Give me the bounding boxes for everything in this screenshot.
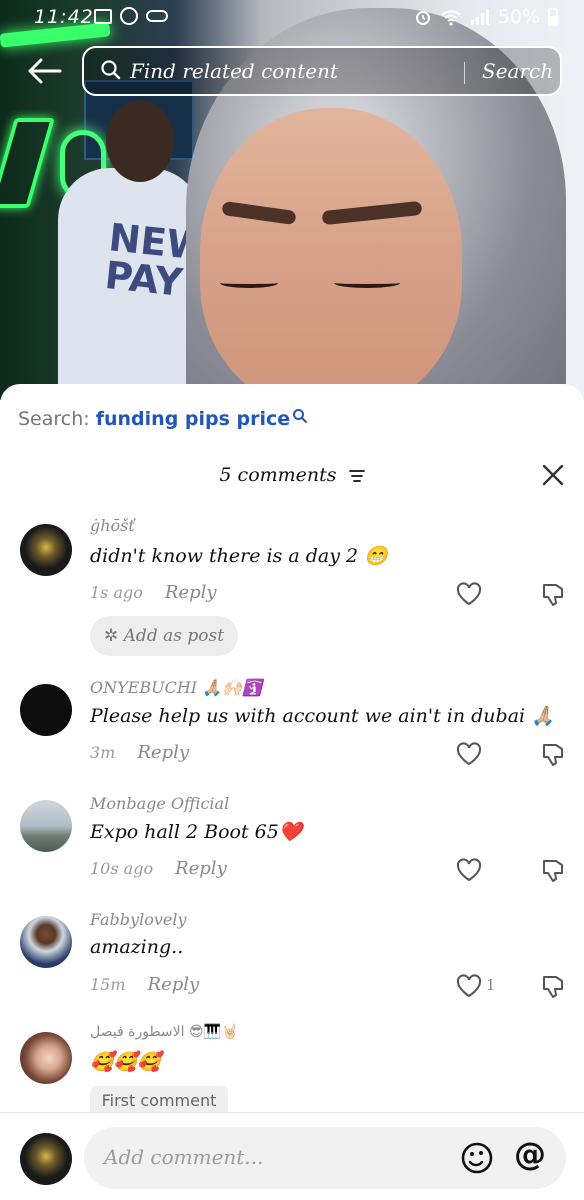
avatar[interactable] (20, 800, 72, 852)
background-neon-light (0, 118, 55, 208)
battery-icon (548, 8, 558, 26)
battery-percent: 50% (497, 6, 540, 28)
comment-meta: 3m Reply (90, 742, 189, 763)
emoji-icon[interactable] (460, 1141, 494, 1175)
game-icon (146, 10, 168, 22)
back-arrow-icon[interactable] (26, 56, 66, 84)
comment-username[interactable]: ġhōšť (90, 516, 135, 535)
comments-header: 5 comments (0, 464, 584, 486)
heart-icon[interactable] (456, 742, 482, 766)
search-icon (293, 409, 308, 423)
comment-meta: 15m Reply (90, 974, 199, 995)
heart-icon[interactable] (456, 582, 482, 606)
subject-face (200, 108, 462, 400)
reply-button[interactable]: Reply (137, 742, 189, 763)
related-search-link[interactable]: Search: funding pips price (18, 408, 308, 430)
comment-time: 3m (90, 743, 116, 762)
comment-username[interactable]: ONYEBUCHI 🙏🏼🙌🏻🛐 (90, 678, 262, 697)
heart-icon[interactable] (456, 974, 482, 998)
add-as-post-label: Add as post (123, 626, 225, 646)
comment-username[interactable]: Monbage Official (90, 794, 229, 813)
notification-icons (94, 7, 168, 25)
subject-eye (220, 278, 278, 288)
avatar[interactable] (20, 916, 72, 968)
screen: NEW PAY 11:42 50% Find related content S… (0, 0, 584, 1200)
status-time: 11:42 (34, 6, 94, 28)
top-search-bar: Find related content Search (0, 44, 584, 100)
comment-text: Expo hall 2 Boot 65❤️ (90, 821, 303, 843)
dislike-icon[interactable] (540, 974, 566, 1000)
close-icon[interactable] (540, 462, 566, 488)
mention-icon[interactable]: @ (514, 1135, 546, 1173)
comment-input[interactable]: Add comment... @ (84, 1127, 566, 1189)
search-box[interactable]: Find related content Search (82, 46, 562, 96)
search-button[interactable]: Search (482, 59, 553, 83)
search-input[interactable]: Find related content (130, 59, 338, 83)
comments-sheet: Search: funding pips price 5 comments ġh… (0, 384, 584, 1200)
related-search-prefix: Search: (18, 408, 90, 430)
search-icon (101, 60, 121, 80)
gallery-icon (94, 8, 112, 24)
comment-meta: 1s ago Reply (90, 582, 217, 603)
avatar[interactable] (20, 1133, 72, 1185)
signal-icon (470, 9, 489, 25)
comment-input-placeholder[interactable]: Add comment... (104, 1145, 263, 1169)
alarm-icon (415, 11, 430, 25)
reply-button[interactable]: Reply (165, 582, 217, 603)
dislike-icon[interactable] (540, 582, 566, 608)
comment-text: Please help us with account we ain't in … (90, 705, 555, 727)
like-count: 1 (486, 976, 496, 994)
dislike-icon[interactable] (540, 858, 566, 884)
dislike-icon[interactable] (540, 742, 566, 768)
system-icons: 50% (414, 6, 558, 28)
whatsapp-icon (120, 7, 138, 25)
background-person-head (106, 100, 174, 182)
add-as-post-button[interactable]: ✲ Add as post (90, 616, 238, 656)
comment-time: 10s ago (90, 859, 154, 878)
avatar[interactable] (20, 684, 72, 736)
wifi-icon (441, 10, 461, 26)
reply-button[interactable]: Reply (148, 974, 200, 995)
comment-time: 1s ago (90, 583, 143, 602)
related-search-query[interactable]: funding pips price (96, 408, 290, 430)
heart-icon[interactable] (456, 858, 482, 882)
sort-filter-icon[interactable] (348, 469, 365, 483)
avatar[interactable] (20, 524, 72, 576)
comment-text: 🥰🥰🥰 (90, 1051, 161, 1073)
avatar[interactable] (20, 1032, 72, 1084)
subject-eye (334, 278, 400, 288)
comment-username[interactable]: Fabbylovely (90, 910, 187, 929)
status-bar: 11:42 50% (0, 0, 584, 36)
search-divider (464, 62, 465, 84)
comment-text: didn't know there is a day 2 😁 (90, 545, 388, 567)
sparkle-icon: ✲ (104, 626, 124, 646)
comment-text: amazing.. (90, 936, 184, 958)
comment-username[interactable]: الاسطورة فيصل 😎🎹🤘🏻 (90, 1024, 238, 1040)
comments-count: 5 comments (219, 464, 337, 486)
comment-input-bar: Add comment... @ (0, 1112, 584, 1200)
shirt-print: NEW PAY (102, 215, 211, 305)
comment-meta: 10s ago Reply (90, 858, 227, 879)
reply-button[interactable]: Reply (175, 858, 227, 879)
comment-time: 15m (90, 975, 126, 994)
